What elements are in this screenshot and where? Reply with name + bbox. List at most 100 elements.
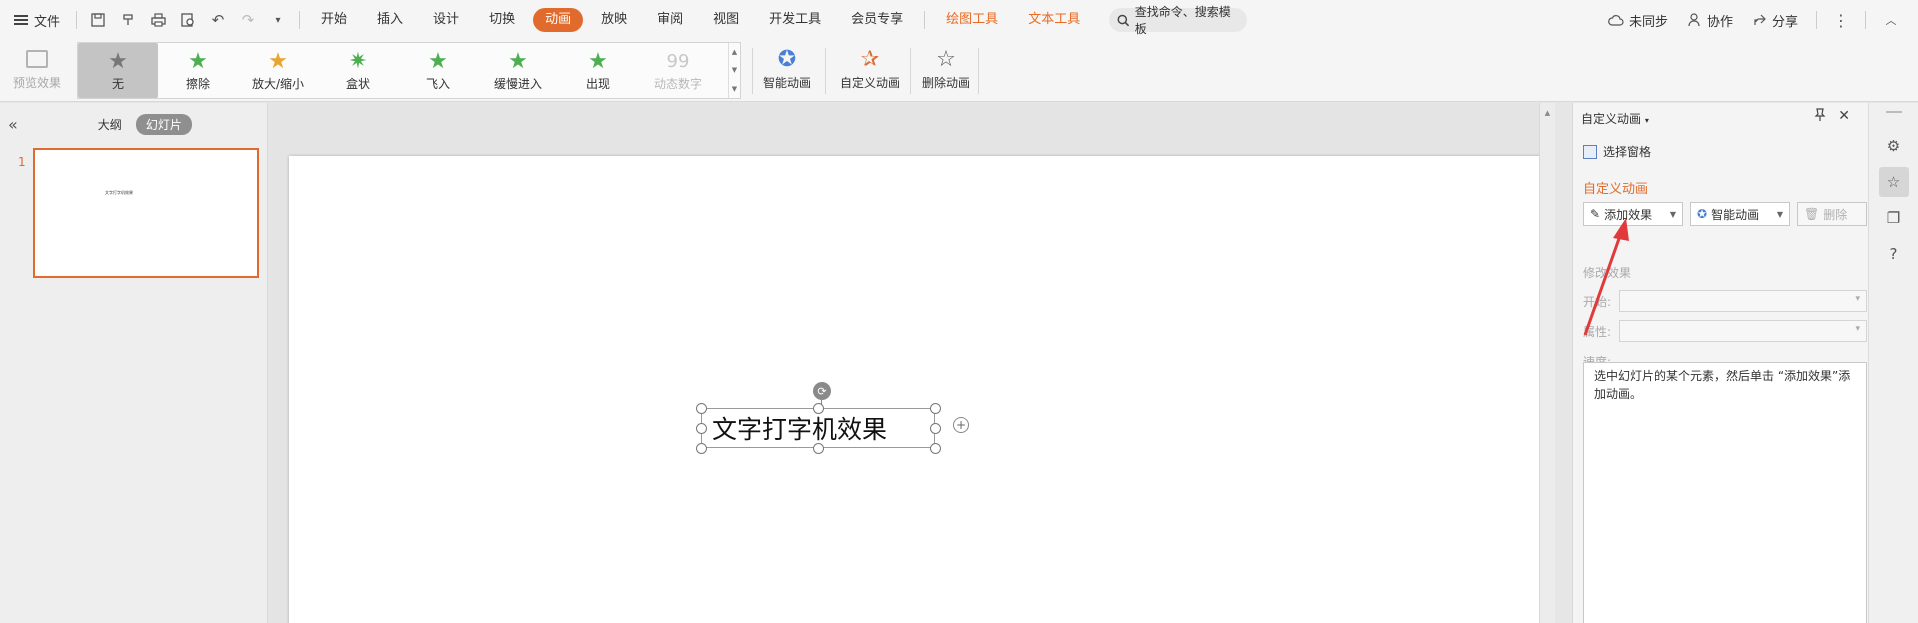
slide-number: 1: [18, 155, 26, 169]
add-effect-button[interactable]: ✎ 添加效果 ▼: [1583, 202, 1683, 226]
delete-animation-button[interactable]: ☆ 删除动画: [916, 44, 976, 96]
print-icon[interactable]: [147, 9, 169, 31]
gallery-item-label: 动态数字: [653, 77, 702, 91]
hamburger-icon: [14, 15, 28, 25]
file-menu-button[interactable]: 文件: [0, 0, 70, 40]
vertical-scrollbar[interactable]: ▲: [1539, 103, 1555, 623]
print-preview-icon[interactable]: [177, 9, 199, 31]
tab-design[interactable]: 设计: [421, 8, 471, 32]
tab-transition[interactable]: 切换: [477, 8, 527, 32]
search-placeholder: 查找命令、搜索模板: [1134, 5, 1231, 36]
chevron-down-icon: ▼: [1776, 209, 1783, 219]
tab-developer[interactable]: 开发工具: [757, 8, 833, 32]
preview-icon: [26, 50, 48, 68]
tab-member[interactable]: 会员专享: [839, 8, 915, 32]
undo-icon[interactable]: ↶: [207, 9, 229, 31]
help-icon[interactable]: ?: [1879, 239, 1909, 269]
customize-quick-access-icon[interactable]: ▾: [267, 9, 289, 31]
custom-star-icon: ✰: [860, 46, 880, 72]
add-effect-label: 添加效果: [1604, 207, 1653, 222]
section-title: 自定义动画: [1583, 182, 1649, 197]
resize-handle[interactable]: [930, 403, 941, 414]
share-icon: [1754, 14, 1766, 25]
divider: [825, 48, 826, 94]
more-options-icon[interactable]: ⋮: [1827, 11, 1855, 30]
star-fly-icon: ★: [428, 48, 448, 74]
properties-icon[interactable]: ⚙: [1879, 131, 1909, 161]
custom-animation-button[interactable]: ✰ 自定义动画: [835, 44, 905, 96]
selection-pane-link[interactable]: 选择窗格: [1583, 143, 1651, 160]
tab-view[interactable]: 视图: [701, 8, 751, 32]
animation-star-icon[interactable]: ☆: [1878, 167, 1909, 197]
quick-add-icon[interactable]: +: [953, 417, 969, 433]
gallery-item-slow-enter[interactable]: ★ 缓慢进入: [478, 43, 558, 98]
scroll-up-icon[interactable]: ▲: [1540, 109, 1555, 117]
gallery-scrollbar[interactable]: ▲ ▼ ▼: [728, 43, 740, 98]
smart-animation-button[interactable]: ✪ 智能动画: [757, 44, 817, 96]
tab-drawing-tools[interactable]: 绘图工具: [934, 8, 1010, 32]
text-box-content: 文字打字机效果: [712, 415, 888, 444]
tab-outline[interactable]: 大纲: [88, 114, 132, 135]
collaborate-button[interactable]: 协作: [1680, 11, 1741, 30]
tab-text-tools[interactable]: 文本工具: [1016, 8, 1092, 32]
selected-text-box[interactable]: 文字打字机效果: [701, 408, 935, 448]
custom-animation-pane: 自定义动画 ▾ ✕ 选择窗格 自定义动画 ✎ 添加效果 ▼ ✪ 智能动画 ▼ 🗑…: [1572, 103, 1868, 623]
close-icon[interactable]: ✕: [1838, 108, 1850, 126]
tab-review[interactable]: 审阅: [645, 8, 695, 32]
resize-handle[interactable]: [813, 443, 824, 454]
scroll-down-icon[interactable]: ▼: [732, 66, 737, 74]
resize-handle[interactable]: [696, 403, 707, 414]
gallery-item-box[interactable]: ✷ 盒状: [318, 43, 398, 98]
save-icon[interactable]: [87, 9, 109, 31]
smart-animation-pane-button[interactable]: ✪ 智能动画 ▼: [1690, 202, 1790, 226]
selection-pane-label: 选择窗格: [1603, 145, 1652, 159]
custom-animation-label: 自定义动画: [839, 76, 900, 90]
slide-editing-area: ⟳ 文字打字机效果 + ▲: [269, 103, 1555, 623]
search-icon: [1117, 14, 1130, 26]
pane-title[interactable]: 自定义动画 ▾: [1581, 110, 1649, 127]
delete-star-icon: ☆: [936, 46, 956, 72]
slide-thumbnail[interactable]: 文字打字机效果: [33, 148, 259, 278]
resize-handle[interactable]: [696, 423, 707, 434]
divider: [76, 11, 78, 29]
animation-list-box[interactable]: 选中幻灯片的某个元素，然后单击 “添加效果”添加动画。: [1583, 362, 1867, 623]
tab-home[interactable]: 开始: [309, 8, 359, 32]
share-button[interactable]: 分享: [1745, 11, 1806, 30]
gallery-item-none[interactable]: ★ 无: [78, 43, 158, 98]
collaborate-label: 协作: [1706, 14, 1733, 30]
scroll-up-icon[interactable]: ▲: [732, 48, 737, 56]
tab-slides[interactable]: 幻灯片: [135, 113, 192, 135]
tab-animation[interactable]: 动画: [533, 8, 584, 32]
cloud-icon: [1608, 15, 1624, 26]
gallery-item-wipe[interactable]: ★ 擦除: [158, 43, 238, 98]
start-select: [1619, 290, 1867, 312]
collapse-panel-icon[interactable]: «: [8, 115, 18, 134]
preview-effect-button[interactable]: 预览效果: [8, 46, 66, 96]
resize-handle[interactable]: [930, 423, 941, 434]
smart-star-icon: ✪: [1697, 207, 1708, 221]
pin-icon[interactable]: [1814, 108, 1826, 126]
slide-switch-icon[interactable]: ❐: [1879, 203, 1909, 233]
star-slow-icon: ★: [508, 48, 528, 74]
command-search-box[interactable]: 查找命令、搜索模板: [1109, 5, 1248, 36]
gallery-item-appear[interactable]: ★ 出现: [558, 43, 638, 98]
smart-star-icon: ✪: [777, 46, 797, 72]
resize-handle[interactable]: [696, 443, 707, 454]
resize-handle[interactable]: [930, 443, 941, 454]
gallery-item-label: 无: [111, 77, 124, 91]
redo-icon[interactable]: ↷: [237, 9, 259, 31]
gallery-expand-icon[interactable]: ▼: [732, 85, 737, 93]
tab-insert[interactable]: 插入: [365, 8, 415, 32]
right-sidebar: ⚙ ☆ ❐ ?: [1868, 103, 1918, 623]
collapse-ribbon-icon[interactable]: ︿: [1880, 9, 1902, 31]
star-box-icon: ✷: [348, 48, 368, 74]
rotate-handle-icon[interactable]: ⟳: [813, 382, 831, 400]
format-painter-icon[interactable]: [117, 9, 139, 31]
gallery-item-zoom[interactable]: ★ 放大/缩小: [238, 43, 318, 98]
sync-status-button[interactable]: 未同步: [1600, 11, 1676, 30]
gallery-item-fly-in[interactable]: ★ 飞入: [398, 43, 478, 98]
slide-canvas[interactable]: ⟳ 文字打字机效果 +: [289, 156, 1555, 623]
tab-slideshow[interactable]: 放映: [589, 8, 639, 32]
star-appear-icon: ★: [588, 48, 608, 74]
resize-handle[interactable]: [813, 403, 824, 414]
